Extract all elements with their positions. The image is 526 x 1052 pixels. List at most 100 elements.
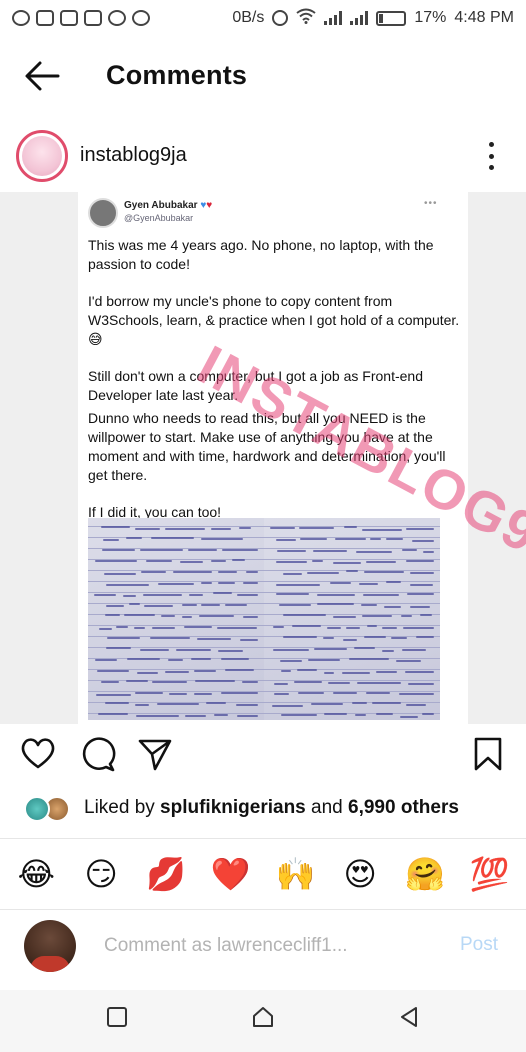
more-options-button[interactable] — [486, 142, 496, 170]
handwriting-stroke — [116, 625, 129, 628]
youtube-icon — [36, 10, 54, 26]
handwriting-stroke — [213, 714, 228, 717]
home-icon — [253, 1007, 273, 1027]
handwriting-stroke — [402, 549, 417, 552]
emoji-button[interactable]: 🙌 — [273, 852, 317, 896]
handwriting-stroke — [277, 549, 306, 552]
heart-icon — [21, 738, 55, 769]
post-avatar[interactable] — [16, 130, 68, 182]
post-comment-button[interactable]: Post — [460, 934, 498, 956]
tweet-more-icon: ••• — [424, 198, 438, 209]
post-username[interactable]: instablog9ja — [80, 144, 187, 167]
emoji-button[interactable]: 💋 — [144, 852, 188, 896]
like-button[interactable] — [20, 736, 56, 775]
handwriting-stroke — [364, 570, 405, 573]
notification-icons — [12, 10, 150, 26]
handwriting-stroke — [311, 703, 343, 706]
handwriting-stroke — [276, 592, 309, 595]
handwriting-stroke — [139, 549, 184, 552]
tweet-screenshot: Gyen Abubakar ♥♥ @GyenAbubakar ••• This … — [78, 192, 526, 724]
comment-bubble-icon — [82, 737, 116, 772]
emoji-button[interactable]: 😏 — [79, 852, 123, 896]
tweet-paragraph: This was me 4 years ago. No phone, no la… — [88, 237, 434, 272]
back-arrow-icon — [25, 61, 60, 91]
recents-button[interactable] — [106, 1006, 128, 1033]
dnd-icon — [272, 10, 289, 26]
emoji-button[interactable]: ❤️ — [209, 852, 253, 896]
back-button[interactable] — [22, 58, 62, 94]
handwriting-stroke — [193, 692, 212, 695]
post-header: instablog9ja — [0, 122, 526, 190]
handwriting-stroke — [282, 636, 317, 639]
handwriting-stroke — [211, 559, 226, 562]
home-button[interactable] — [252, 1006, 274, 1033]
handwriting-stroke — [105, 647, 131, 650]
share-button[interactable] — [137, 736, 173, 777]
wifi-icon — [296, 8, 316, 29]
handwriting-stroke — [106, 605, 124, 608]
handwriting-stroke — [352, 702, 367, 705]
handwriting-stroke — [137, 671, 158, 674]
emoji-button[interactable]: 💯 — [468, 852, 512, 896]
likes-count[interactable]: 6,990 others — [348, 797, 459, 818]
gmail-icon — [84, 10, 102, 26]
post-actions — [0, 732, 526, 778]
save-button[interactable] — [472, 736, 504, 777]
send-icon — [138, 739, 172, 771]
handwriting-stroke — [399, 715, 418, 718]
handwriting-stroke — [342, 671, 371, 674]
handwriting-stroke — [317, 593, 356, 596]
handwriting-stroke — [410, 605, 431, 608]
handwriting-stroke — [198, 615, 234, 617]
handwriting-stroke — [293, 681, 323, 684]
handwriting-stroke — [205, 702, 227, 705]
handwriting-stroke — [100, 681, 120, 684]
battery-icon — [376, 10, 407, 26]
handwriting-stroke — [99, 627, 112, 630]
back-nav-button[interactable] — [398, 1006, 420, 1033]
handwriting-stroke — [345, 570, 359, 573]
handwriting-stroke — [151, 681, 188, 684]
tweet-author: Gyen Abubakar ♥♥ — [124, 200, 213, 211]
handwriting-stroke — [396, 660, 421, 663]
handwriting-stroke — [345, 626, 361, 629]
post-image[interactable]: Gyen Abubakar ♥♥ @GyenAbubakar ••• This … — [0, 192, 526, 724]
handwriting-stroke — [211, 528, 231, 531]
handwriting-stroke — [279, 659, 303, 662]
handwriting-stroke — [129, 603, 141, 606]
emoji-quick-bar: 😂 😏 💋 ❤️ 🙌 😍 🤗 💯 — [0, 838, 526, 910]
liker-username[interactable]: splufiknigerians — [160, 797, 306, 818]
likes-row[interactable]: Liked by splufiknigerians and 6,990 othe… — [0, 792, 526, 826]
current-user-avatar — [24, 920, 76, 972]
tweet-paragraph: Still don't own a computer, but I got a … — [88, 368, 423, 403]
handwriting-stroke — [94, 593, 117, 596]
dot-icon — [488, 142, 494, 147]
handwriting-stroke — [365, 692, 390, 695]
handwriting-stroke — [200, 581, 212, 584]
handwriting-stroke — [332, 616, 356, 619]
emoji-button[interactable]: 😂 — [14, 852, 58, 896]
handwriting-stroke — [200, 604, 221, 607]
handwriting-stroke — [408, 682, 434, 685]
handwriting-stroke — [283, 572, 303, 575]
handwriting-stroke — [384, 605, 401, 608]
handwriting-stroke — [238, 527, 252, 530]
emoji-button[interactable]: 😍 — [338, 852, 382, 896]
handwriting-stroke — [385, 537, 404, 540]
handwriting-stroke — [415, 636, 434, 639]
ruled-line — [264, 680, 440, 681]
net-speed: 0B/s — [232, 9, 265, 26]
handwriting-stroke — [167, 658, 184, 661]
comment-input[interactable] — [104, 932, 434, 960]
handwriting-stroke — [144, 605, 173, 608]
handwriting-stroke — [235, 704, 258, 707]
handwriting-stroke — [406, 560, 434, 563]
handwriting-stroke — [367, 625, 378, 628]
comment-button[interactable] — [80, 736, 116, 777]
handwriting-stroke — [179, 561, 204, 564]
emoji-button[interactable]: 🤗 — [403, 852, 447, 896]
handwriting-stroke — [297, 691, 324, 694]
handwriting-stroke — [382, 649, 395, 652]
comment-composer: Post — [0, 912, 526, 982]
handwriting-stroke — [145, 559, 172, 562]
